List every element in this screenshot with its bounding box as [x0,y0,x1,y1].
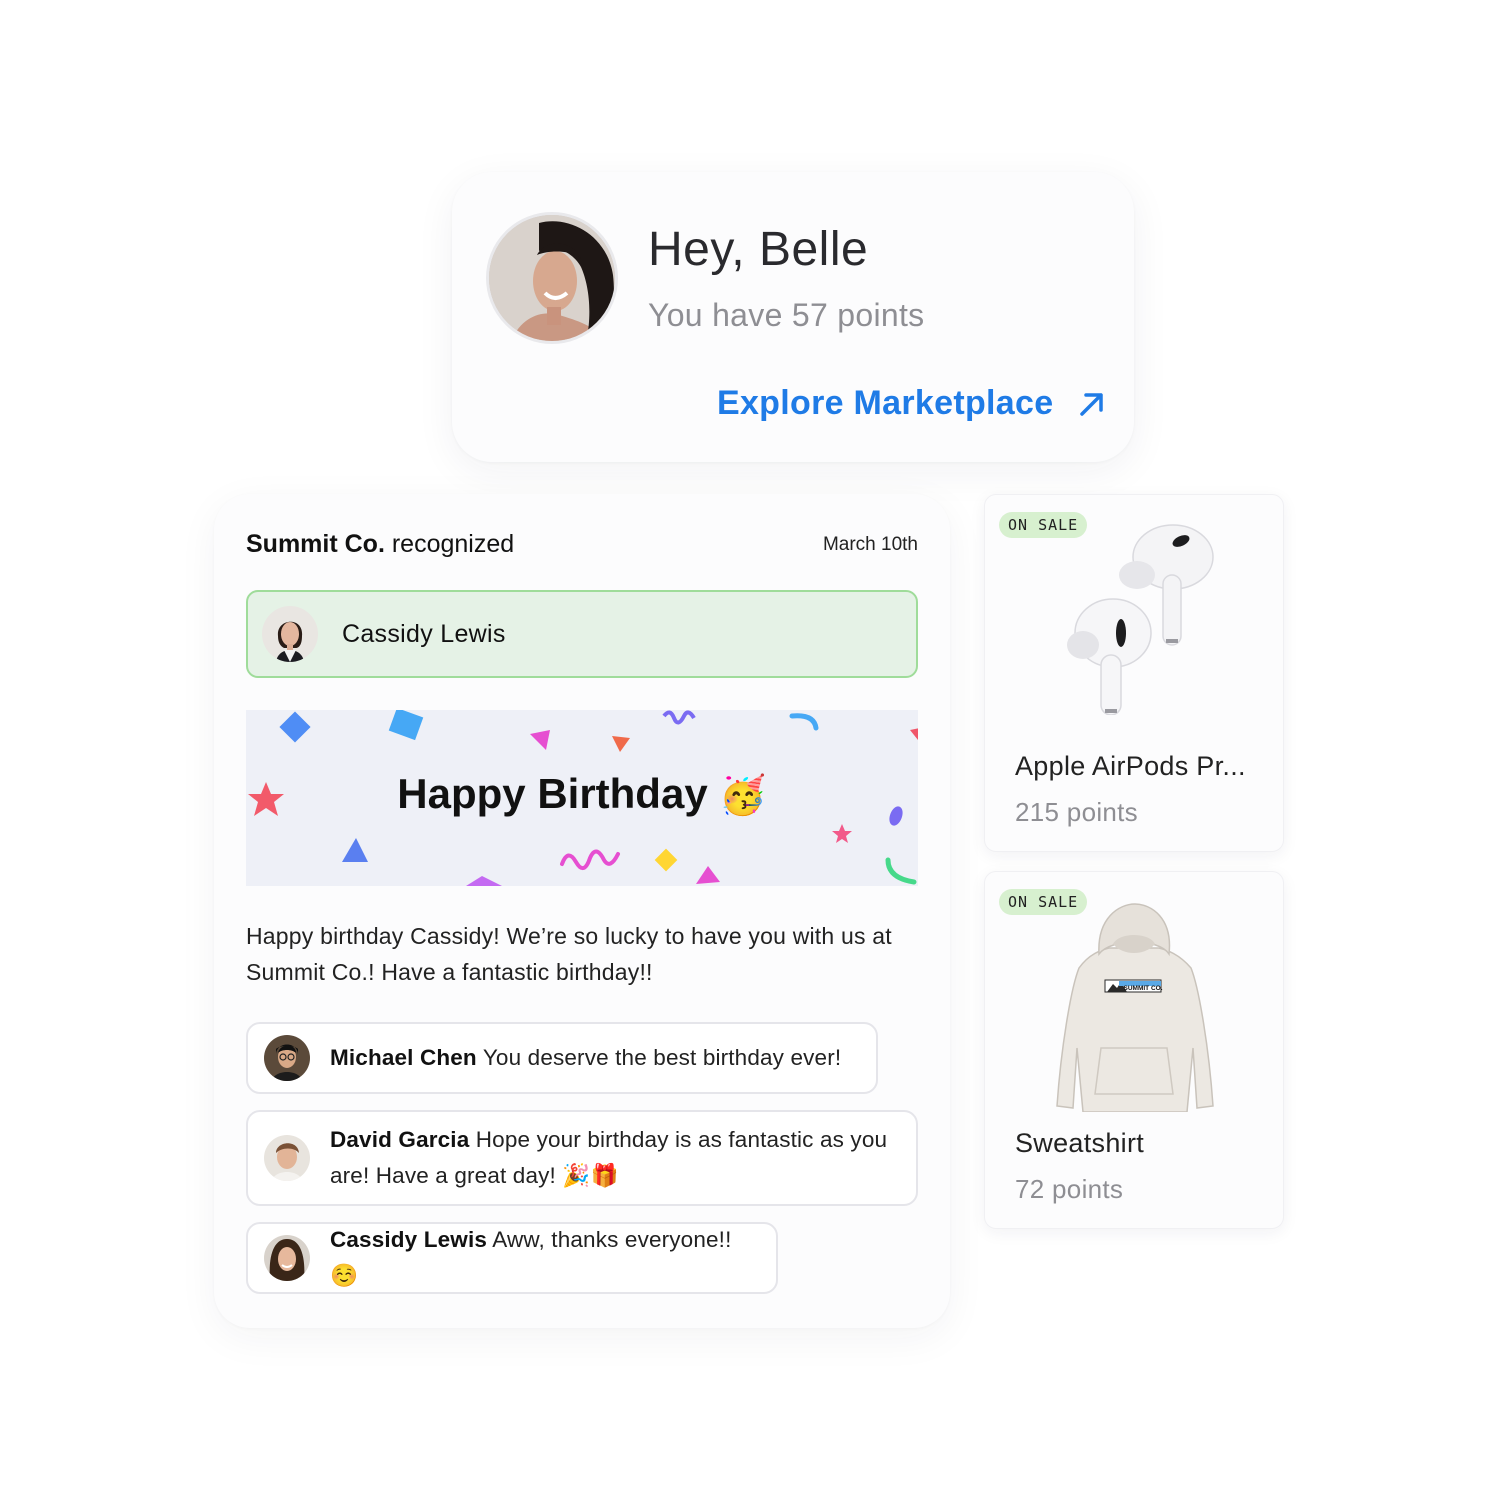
recognition-post: Summit Co. recognized March 10th Cassidy… [214,494,950,1328]
product-points: 72 points [1015,1174,1124,1204]
banner-title-text: Happy Birthday [397,770,708,817]
commenter-avatar [264,1135,310,1181]
comment-text: You deserve the best birthday ever! [482,1045,842,1070]
org-name[interactable]: Summit Co. [246,530,385,558]
comment-author[interactable]: Cassidy Lewis [330,1227,487,1252]
comment-item: Cassidy Lewis Aww, thanks everyone!! ☺️ [246,1222,778,1294]
airpods-image [1067,524,1214,715]
sweatshirt-logo-text: SUMMIT CO. [1124,985,1163,992]
comment-body: Cassidy Lewis Aww, thanks everyone!! ☺️ [330,1222,760,1294]
product-card-airpods[interactable]: ON SALE Apple AirPods Pr... 215 points [984,494,1284,852]
greeting-card: Hey, Belle You have 57 points Explore Ma… [452,172,1134,462]
partying-face-icon: 🥳 [719,775,767,817]
recognition-message: Happy birthday Cassidy! We’re so lucky t… [246,923,892,985]
comment-author[interactable]: David Garcia [330,1127,469,1152]
points-balance: You have 57 points [648,297,925,333]
birthday-banner: Happy Birthday 🥳 [246,710,918,886]
product-name: Apple AirPods Pr... [1015,751,1246,781]
commenter-avatar [264,1035,310,1081]
recipient-name: Cassidy Lewis [342,619,506,648]
comment-author[interactable]: Michael Chen [330,1045,477,1070]
product-points: 215 points [1015,797,1138,827]
sweatshirt-image: SUMMIT CO. [1056,903,1214,1112]
recipient-chip[interactable]: Cassidy Lewis [246,590,918,678]
arrow-up-right-icon [1080,392,1104,416]
post-header: Summit Co. recognized [246,530,514,559]
commenter-avatar [264,1235,310,1281]
greeting-title: Hey, Belle [648,223,869,276]
banner-title: Happy Birthday 🥳 [246,770,918,818]
post-action: recognized [391,530,515,558]
comment-item: David Garcia Hope your birthday is as fa… [246,1110,918,1206]
product-card-sweatshirt[interactable]: ON SALE SUMMIT CO. Sweatshirt 72 points [984,871,1284,1229]
explore-marketplace-link[interactable]: Explore Marketplace [717,384,1107,423]
comment-body: David Garcia Hope your birthday is as fa… [330,1122,900,1194]
explore-marketplace-label: Explore Marketplace [717,384,1054,422]
comment-body: Michael Chen You deserve the best birthd… [330,1040,841,1076]
recipient-avatar [262,606,318,662]
user-avatar [486,212,618,344]
post-date: March 10th [822,534,918,555]
product-name: Sweatshirt [1015,1128,1145,1158]
comment-item: Michael Chen You deserve the best birthd… [246,1022,878,1094]
